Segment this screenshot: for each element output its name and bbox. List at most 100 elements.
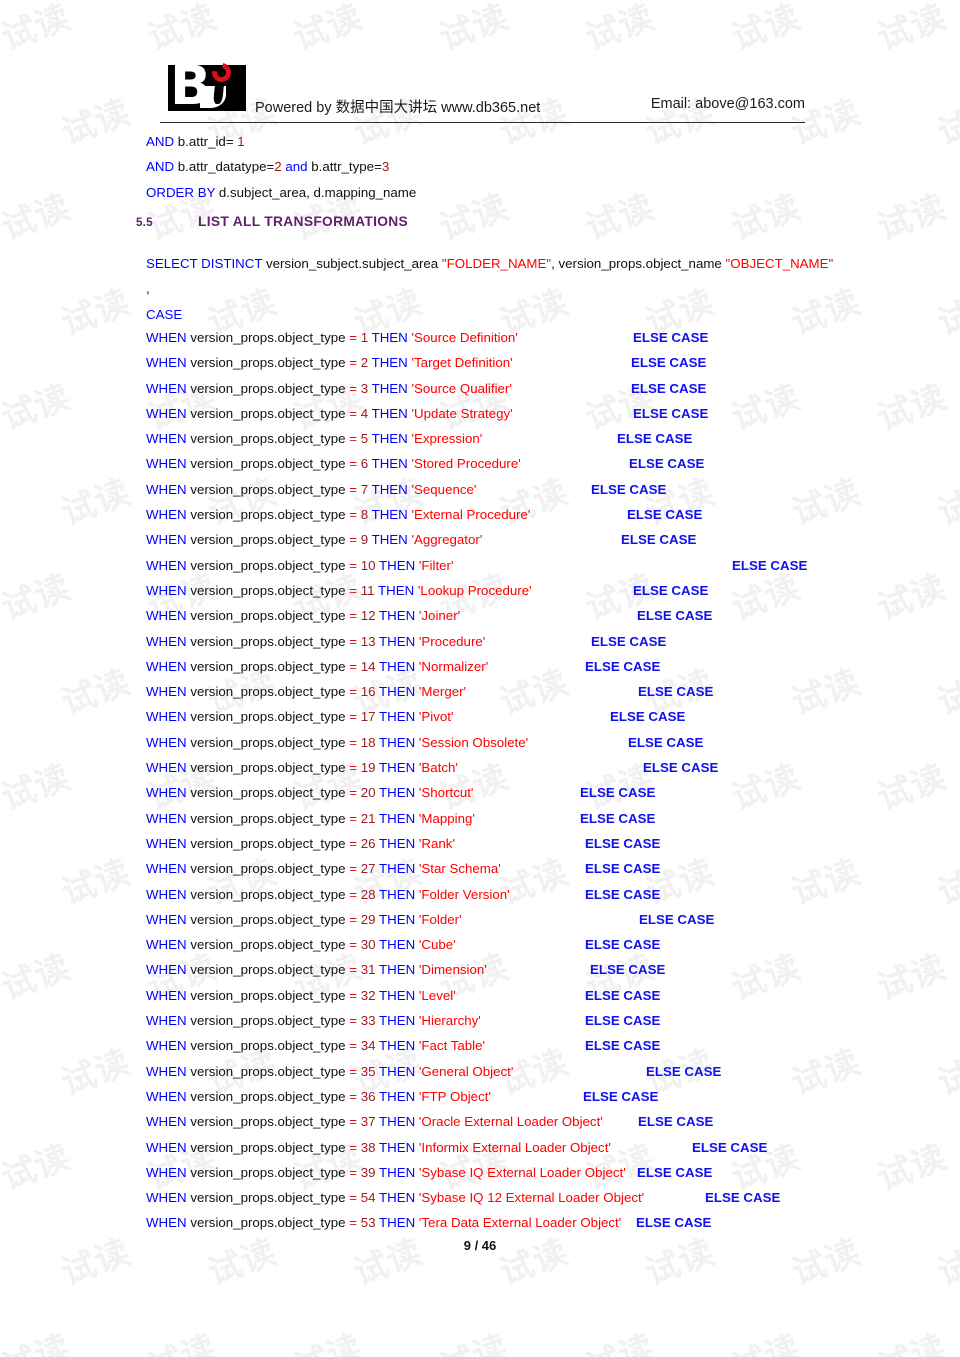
when-column-name: version_props.object_type [186, 835, 350, 851]
else-case-keyword: ELSE CASE [633, 405, 709, 421]
when-result-string: 'Tera Data External Loader Object' [418, 1215, 622, 1231]
when-keyword: WHEN [146, 1139, 187, 1155]
sql-token-kw: ORDER BY [146, 184, 216, 200]
when-keyword: WHEN [146, 1063, 187, 1079]
when-equals-operator: = [349, 1190, 361, 1206]
then-keyword: THEN [378, 760, 419, 776]
when-column-name: version_props.object_type [186, 709, 350, 725]
then-keyword: THEN [378, 810, 419, 826]
sql-when-line: WHEN version_props.object_type = 8 THEN … [143, 502, 903, 527]
when-column-name: version_props.object_type [186, 582, 350, 598]
when-keyword: WHEN [146, 1164, 187, 1180]
watermark-text: 试读 [932, 472, 960, 534]
else-case-keyword: ELSE CASE [617, 431, 693, 447]
when-column-name: version_props.object_type [186, 380, 350, 396]
sql-token-dqstr: "OBJECT_NAME" [725, 256, 834, 271]
else-case-keyword: ELSE CASE [585, 835, 661, 851]
else-case-keyword: ELSE CASE [585, 1038, 661, 1054]
when-result-string: 'Filter' [418, 557, 454, 573]
sql-token-num: 2 [274, 159, 282, 175]
watermark-text: 试读 [724, 1320, 807, 1357]
then-keyword: THEN [378, 557, 419, 573]
when-result-string: 'Session Obsolete' [418, 734, 529, 750]
when-keyword: WHEN [146, 380, 187, 396]
when-keyword: WHEN [146, 785, 187, 801]
else-case-keyword: ELSE CASE [585, 987, 661, 1003]
when-column-name: version_props.object_type [186, 405, 350, 421]
when-keyword: WHEN [146, 734, 187, 750]
then-keyword: THEN [378, 1013, 419, 1029]
when-equals-operator: = [349, 456, 361, 472]
page-footer: 9 / 46 [0, 1238, 960, 1253]
when-type-number: 9 [360, 532, 372, 548]
watermark-text: 试读 [0, 377, 76, 439]
sql-line: AND b.attr_id= 1 [143, 129, 843, 154]
when-keyword: WHEN [146, 1038, 187, 1054]
when-result-string: 'Mapping' [418, 810, 475, 826]
when-column-name: version_props.object_type [186, 861, 350, 877]
watermark-text: 试读 [286, 1320, 369, 1357]
sql-when-line: WHEN version_props.object_type = 38 THEN… [143, 1135, 903, 1160]
when-result-string: 'Normalizer' [418, 658, 489, 674]
watermark-text: 试读 [56, 1042, 136, 1104]
when-type-number: 37 [360, 1114, 379, 1130]
else-case-keyword: ELSE CASE [705, 1190, 781, 1206]
sql-when-line: WHEN version_props.object_type = 9 THEN … [143, 527, 903, 552]
when-keyword: WHEN [146, 987, 187, 1003]
else-case-keyword: ELSE CASE [633, 330, 709, 345]
watermark-text: 试读 [870, 1320, 953, 1357]
when-type-number: 8 [360, 507, 372, 523]
then-keyword: THEN [378, 886, 419, 902]
sql-line: SELECT DISTINCT version_subject.subject_… [143, 251, 903, 276]
else-case-keyword: ELSE CASE [580, 785, 656, 801]
when-column-name: version_props.object_type [186, 1038, 350, 1054]
when-column-name: version_props.object_type [186, 1190, 350, 1206]
when-column-name: version_props.object_type [186, 1215, 350, 1231]
document-header: B Powered by 数据中国大讲坛 www.db365.net Email… [160, 59, 805, 124]
when-type-number: 30 [360, 937, 379, 953]
header-branding-text: Powered by 数据中国大讲坛 www.db365.net [255, 96, 540, 117]
when-keyword: WHEN [146, 684, 187, 700]
sql-when-line: WHEN version_props.object_type = 7 THEN … [143, 477, 903, 502]
when-result-string: 'Folder' [418, 911, 462, 927]
then-keyword: THEN [378, 1038, 419, 1054]
when-equals-operator: = [349, 835, 361, 851]
then-keyword: THEN [378, 835, 419, 851]
else-case-keyword: ELSE CASE [585, 1013, 661, 1029]
when-equals-operator: = [349, 1038, 361, 1054]
sql-when-line: WHEN version_props.object_type = 54 THEN… [143, 1185, 903, 1210]
when-result-string: 'Joiner' [418, 608, 461, 624]
when-type-number: 19 [360, 760, 379, 776]
sql-token-id: , version_props.object_name [551, 256, 726, 271]
sql-when-line: WHEN version_props.object_type = 4 THEN … [143, 401, 903, 426]
when-keyword: WHEN [146, 481, 187, 497]
when-result-string: 'Aggregator' [411, 532, 483, 548]
when-column-name: version_props.object_type [186, 456, 350, 472]
when-equals-operator: = [349, 1063, 361, 1079]
document-page: 试读 试读 试读 试读 试读 试读 试读 试读 试读 试读 试读 试读 试读 试读 试读 试读 试读 试读 试读 试读… [0, 0, 960, 1357]
sql-token-id: d.subject_area, d.mapping_name [215, 184, 417, 200]
when-column-name: version_props.object_type [186, 734, 350, 750]
when-column-name: version_props.object_type [186, 481, 350, 497]
when-result-string: 'Sybase IQ External Loader Object' [418, 1164, 626, 1180]
when-type-number: 14 [360, 658, 379, 674]
then-keyword: THEN [378, 658, 419, 674]
when-type-number: 3 [360, 380, 372, 396]
when-type-number: 1 [360, 330, 372, 345]
sql-token-id: b.attr_id= [174, 134, 238, 149]
when-result-string: 'Informix External Loader Object' [418, 1139, 611, 1155]
when-equals-operator: = [349, 760, 361, 776]
then-keyword: THEN [378, 785, 419, 801]
when-result-string: 'General Object' [418, 1063, 514, 1079]
then-keyword: THEN [378, 1088, 419, 1104]
sql-when-line: WHEN version_props.object_type = 11 THEN… [143, 578, 903, 603]
when-type-number: 53 [360, 1215, 379, 1231]
sql-when-line: WHEN version_props.object_type = 29 THEN… [143, 907, 903, 932]
watermark-text: 试读 [288, 0, 368, 59]
when-type-number: 6 [360, 456, 372, 472]
then-keyword: THEN [378, 1114, 419, 1130]
sql-when-line: WHEN version_props.object_type = 30 THEN… [143, 932, 903, 957]
when-equals-operator: = [349, 355, 361, 371]
when-result-string: 'Oracle External Loader Object' [418, 1114, 603, 1130]
when-column-name: version_props.object_type [186, 1139, 350, 1155]
